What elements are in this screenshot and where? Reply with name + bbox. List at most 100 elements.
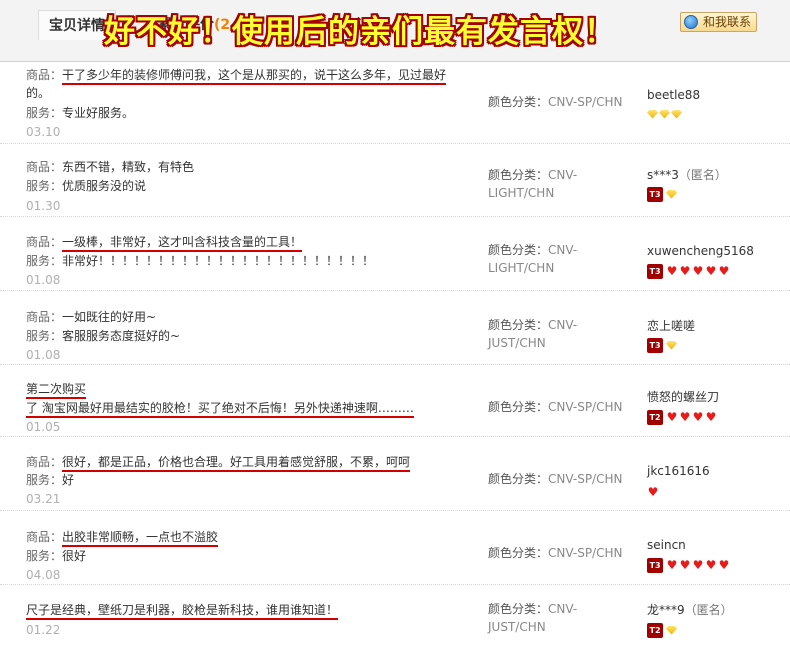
- review-text-line-1: 第二次购买: [26, 380, 87, 399]
- reviewer-credit: T3 ♥ ♥ ♥ ♥ ♥: [647, 263, 730, 279]
- reviewer-name[interactable]: seincn: [647, 536, 686, 554]
- variant-value: CNV-SP/CHN: [548, 400, 623, 414]
- seller-level-badge-icon: T3: [647, 337, 663, 353]
- reviewer-nick: s***3: [647, 168, 679, 182]
- credit-diamond-icon: [671, 109, 682, 119]
- reviewer-nick: seincn: [647, 538, 686, 552]
- review-date: 01.22: [26, 623, 61, 637]
- credit-heart-icon: ♥: [692, 410, 704, 424]
- credit-diamond-icon: [647, 109, 658, 119]
- credit-diamond-icon: [666, 340, 677, 350]
- credit-heart-icon: ♥: [666, 264, 678, 278]
- review-variant: 颜色分类：CNV-SP/CHN: [488, 470, 628, 488]
- variant-value: CNV-SP/CHN: [548, 95, 623, 109]
- variant-value: CNV-SP/CHN: [548, 546, 623, 560]
- product-label: 商品：: [26, 455, 63, 469]
- reviewer-anonymous-tag: （匿名）: [678, 168, 727, 182]
- variant-label: 颜色分类：: [488, 400, 549, 414]
- product-label: 商品：: [26, 68, 63, 82]
- review-service-line: 服务：好: [26, 471, 74, 489]
- credit-diamond-icon: [659, 109, 670, 119]
- variant-label: 颜色分类：: [488, 472, 549, 486]
- seller-level-badge-icon: T3: [647, 557, 663, 573]
- reviewer-anonymous-tag: （匿名）: [684, 603, 733, 617]
- review-service-line: 服务：专业好服务。: [26, 104, 134, 122]
- credit-heart-icon: ♥: [666, 558, 678, 572]
- reviewer-name[interactable]: beetle88: [647, 86, 700, 104]
- review-product-line: 商品：很好，都是正品，价格也合理。好工具用着感觉舒服，不累，呵呵: [26, 453, 411, 472]
- review-variant: 颜色分类：CNV-LIGHT/CHN: [488, 241, 628, 277]
- reviewer-nick: 龙***9: [647, 603, 685, 617]
- review-service-line: 服务：优质服务没的说: [26, 177, 146, 195]
- service-label: 服务：: [26, 549, 63, 563]
- review-service-line: 服务：非常好！！！！！！！！！！！！！！！！！！！！！！！: [26, 252, 374, 270]
- credit-heart-icon: ♥: [666, 410, 678, 424]
- review-date: 01.05: [26, 420, 61, 434]
- credit-heart-icon: ♥: [718, 558, 730, 572]
- service-label: 服务：: [26, 254, 63, 268]
- review-row: 商品：出胶非常顺畅，一点也不溢胶 服务：很好 04.08 颜色分类：CNV-SP…: [0, 511, 790, 585]
- review-variant: 颜色分类：CNV-SP/CHN: [488, 544, 628, 562]
- reviewer-nick: 愤怒的螺丝刀: [647, 390, 720, 404]
- credit-heart-icon: ♥: [705, 264, 717, 278]
- reviewer-credit: T2: [647, 622, 677, 638]
- product-label: 商品：: [26, 530, 63, 544]
- review-product-text: 干了多少年的装修师傅问我，这个是从那买的，说干这么多年，见过最好: [62, 68, 447, 85]
- review-row: 商品：一级棒，非常好，这才叫含科技含量的工具！ 服务：非常好！！！！！！！！！！…: [0, 217, 790, 291]
- reviewer-credit: T3: [647, 186, 677, 202]
- variant-label: 颜色分类：: [488, 546, 549, 560]
- review-text-line-1: 尺子是经典，壁纸刀是利器，胶枪是新科技，谁用谁知道！: [26, 601, 339, 620]
- reviewer-credit: ♥: [647, 484, 659, 500]
- review-product-line: 商品：干了多少年的装修师傅问我，这个是从那买的，说干这么多年，见过最好: [26, 66, 447, 85]
- reviewer-name[interactable]: jkc161616: [647, 462, 710, 480]
- review-row: 商品：干了多少年的装修师傅问我，这个是从那买的，说干这么多年，见过最好 的。 服…: [0, 62, 790, 144]
- review-variant: 颜色分类：CNV-JUST/CHN: [488, 600, 628, 636]
- product-label: 商品：: [26, 160, 63, 174]
- credit-diamond-icon: [666, 189, 677, 199]
- credit-heart-icon: ♥: [679, 264, 691, 278]
- service-label: 服务：: [26, 106, 63, 120]
- review-text: 尺子是经典，壁纸刀是利器，胶枪是新科技，谁用谁知道！: [26, 603, 339, 620]
- review-service-line: 服务：很好: [26, 547, 86, 565]
- review-service-text: 很好: [62, 549, 87, 563]
- review-text-line-2: 了 淘宝网最好用最结实的胶枪！买了绝对不后悔！另外快递神速啊………: [26, 399, 414, 418]
- review-product-line: 商品：东西不错，精致，有特色: [26, 158, 194, 176]
- review-product-line: 商品：一级棒，非常好，这才叫含科技含量的工具！: [26, 233, 303, 252]
- review-variant: 颜色分类：CNV-SP/CHN: [488, 93, 628, 111]
- contact-globe-icon: [684, 15, 698, 29]
- service-label: 服务：: [26, 473, 63, 487]
- contact-seller-button[interactable]: 和我联系: [680, 12, 758, 32]
- credit-heart-icon: ♥: [705, 410, 717, 424]
- seller-level-badge-icon: T2: [647, 622, 663, 638]
- review-row: 商品：很好，都是正品，价格也合理。好工具用着感觉舒服，不累，呵呵 服务：好 03…: [0, 437, 790, 511]
- review-row: 商品：一如既往的好用~ 服务：客服服务态度挺好的~ 01.08 颜色分类：CNV…: [0, 291, 790, 365]
- review-row: 尺子是经典，壁纸刀是利器，胶枪是新科技，谁用谁知道！ 01.22 颜色分类：CN…: [0, 585, 790, 650]
- review-row: 商品：东西不错，精致，有特色 服务：优质服务没的说 01.30 颜色分类：CNV…: [0, 144, 790, 217]
- review-product-line: 商品：一如既往的好用~: [26, 308, 156, 326]
- reviewer-name[interactable]: 愤怒的螺丝刀: [647, 388, 719, 406]
- reviewer-nick: xuwencheng5168: [647, 244, 754, 258]
- service-label: 服务：: [26, 179, 63, 193]
- credit-heart-icon: ♥: [679, 558, 691, 572]
- review-product-continued: 的。: [26, 86, 51, 100]
- service-label: 服务：: [26, 329, 63, 343]
- reviewer-name[interactable]: 龙***9（匿名）: [647, 601, 733, 619]
- reviewer-credit: T2 ♥ ♥ ♥ ♥: [647, 409, 717, 425]
- seller-level-badge-icon: T3: [647, 186, 663, 202]
- review-date: 01.08: [26, 273, 61, 287]
- product-label: 商品：: [26, 310, 63, 324]
- credit-heart-icon: ♥: [692, 264, 704, 278]
- reviewer-nick: beetle88: [647, 88, 701, 102]
- review-product-text: 出胶非常顺畅，一点也不溢胶: [62, 530, 219, 547]
- review-product-text: 很好，都是正品，价格也合理。好工具用着感觉舒服，不累，呵呵: [62, 455, 411, 472]
- review-variant: 颜色分类：CNV-JUST/CHN: [488, 316, 628, 352]
- review-text: 了 淘宝网最好用最结实的胶枪！买了绝对不后悔！另外快递神速啊………: [26, 401, 414, 418]
- seller-level-badge-icon: T2: [647, 409, 663, 425]
- reviewer-name[interactable]: 恋上嗟嗟: [647, 317, 695, 335]
- review-service-text: 好: [62, 473, 75, 487]
- reviewer-name[interactable]: xuwencheng5168: [647, 242, 754, 260]
- review-date: 04.08: [26, 568, 61, 582]
- credit-heart-icon: ♥: [692, 558, 704, 572]
- reviewer-nick: jkc161616: [647, 464, 710, 478]
- reviewer-name[interactable]: s***3（匿名）: [647, 166, 727, 184]
